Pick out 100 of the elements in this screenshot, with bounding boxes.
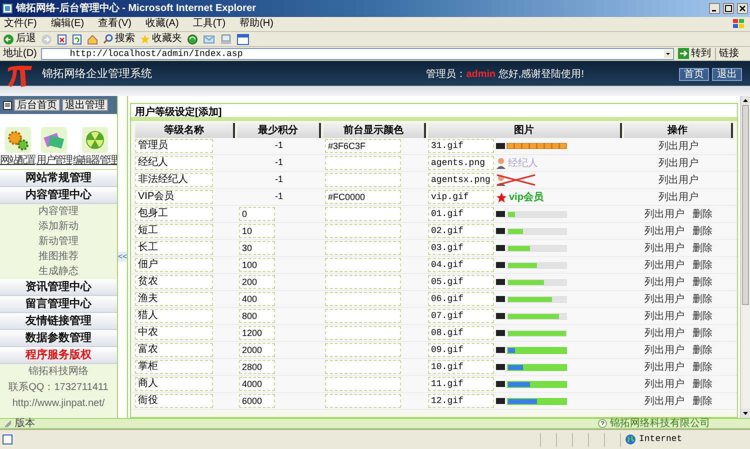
image-field[interactable]: vip.gif — [428, 190, 494, 204]
sidebar-section[interactable]: 资讯管理中心 — [0, 279, 117, 296]
color-field[interactable] — [325, 326, 401, 340]
color-field[interactable] — [325, 156, 401, 170]
name-field[interactable]: 掌柜 — [135, 360, 213, 374]
sidebar-section[interactable]: 内容管理中心 — [0, 187, 117, 204]
refresh-icon[interactable] — [72, 34, 82, 44]
color-field[interactable] — [325, 207, 401, 221]
image-field[interactable]: 02.gif — [428, 224, 494, 238]
home-icon[interactable] — [87, 34, 98, 44]
color-field[interactable] — [325, 343, 401, 357]
name-field[interactable]: 中农 — [135, 326, 213, 340]
color-field[interactable]: #3F6C3F — [325, 139, 401, 153]
image-field[interactable]: 11.gif — [428, 377, 494, 391]
image-field[interactable]: 07.gif — [428, 309, 494, 323]
color-field[interactable] — [325, 275, 401, 289]
maximize-button[interactable] — [723, 3, 734, 14]
go-button[interactable]: 转到 — [678, 48, 711, 60]
address-field[interactable]: http://localhost/admin/Index.asp — [40, 48, 674, 60]
sidebar-top-button[interactable]: 后台首页 — [14, 99, 60, 111]
close-button[interactable] — [737, 3, 748, 14]
points-field[interactable]: 2800 — [239, 360, 275, 374]
action-link[interactable]: 删除 — [692, 360, 712, 374]
image-field[interactable]: 01.gif — [428, 207, 494, 221]
name-field[interactable]: 衙役 — [135, 394, 213, 408]
points-field[interactable]: 2000 — [239, 343, 275, 357]
action-link[interactable]: 删除 — [692, 308, 712, 324]
sidebar-section[interactable]: 数据参数管理 — [0, 330, 117, 347]
stop-icon[interactable] — [57, 34, 67, 44]
action-link[interactable]: 删除 — [692, 274, 712, 290]
back-button[interactable]: 后退 — [3, 33, 36, 45]
color-field[interactable] — [325, 173, 401, 187]
action-link[interactable]: 列出用户 — [658, 190, 698, 204]
name-field[interactable]: 包身工 — [135, 207, 213, 221]
search-button[interactable]: 搜索 — [103, 33, 135, 45]
points-field[interactable]: 1200 — [239, 326, 275, 340]
action-link[interactable]: 删除 — [692, 224, 712, 238]
name-field[interactable]: 猎人 — [135, 309, 213, 323]
image-field[interactable]: 12.gif — [428, 394, 494, 408]
points-field[interactable]: 6000 — [239, 394, 275, 408]
scroll-up-icon[interactable] — [741, 96, 750, 105]
scroll-thumb[interactable] — [742, 105, 749, 305]
sidebar-section[interactable]: 友情链接管理 — [0, 313, 117, 330]
action-link[interactable]: 删除 — [692, 240, 712, 256]
color-field[interactable] — [325, 241, 401, 255]
links-button[interactable]: 链接 — [715, 48, 747, 60]
sidebar-item[interactable]: 生成静态 — [0, 264, 117, 279]
sidebar-top-button[interactable]: 退出管理 — [62, 99, 108, 111]
action-link[interactable]: 删除 — [692, 258, 712, 272]
color-field[interactable] — [325, 360, 401, 374]
name-field[interactable]: 长工 — [135, 241, 213, 255]
action-link[interactable]: 删除 — [692, 376, 712, 392]
image-field[interactable]: 08.gif — [428, 326, 494, 340]
scroll-down-icon[interactable] — [741, 409, 750, 418]
image-field[interactable]: 06.gif — [428, 292, 494, 306]
action-link[interactable]: 删除 — [692, 342, 712, 358]
points-field[interactable]: 400 — [239, 292, 275, 306]
points-field[interactable]: 10 — [239, 224, 275, 238]
action-link[interactable]: 删除 — [692, 394, 712, 408]
points-field[interactable]: 30 — [239, 241, 275, 255]
menu-item[interactable]: 帮助(H) — [240, 18, 274, 30]
action-link[interactable]: 列出用户 — [644, 326, 684, 340]
points-field[interactable]: 200 — [239, 275, 275, 289]
shortcut-button[interactable]: 编辑器管理 — [72, 127, 117, 166]
image-field[interactable]: 10.gif — [428, 360, 494, 374]
image-field[interactable]: 09.gif — [428, 343, 494, 357]
image-field[interactable]: agentsx.png — [428, 173, 494, 187]
name-field[interactable]: VIP会员 — [135, 190, 213, 204]
action-link[interactable]: 列出用户 — [644, 376, 684, 392]
sidebar-section[interactable]: 留言管理中心 — [0, 296, 117, 313]
name-field[interactable]: 短工 — [135, 224, 213, 238]
points-field[interactable]: 800 — [239, 309, 275, 323]
color-field[interactable] — [325, 224, 401, 238]
sidebar-section[interactable]: 网站常规管理 — [0, 170, 117, 187]
dropdown-icon[interactable] — [664, 50, 672, 58]
image-field[interactable]: 04.gif — [428, 258, 494, 272]
scrollbar[interactable] — [740, 96, 750, 418]
forward-icon[interactable] — [41, 34, 52, 44]
action-link[interactable]: 列出用户 — [658, 138, 698, 154]
name-field[interactable]: 非法经纪人 — [135, 173, 213, 187]
menu-item[interactable]: 编辑(E) — [50, 18, 84, 30]
name-field[interactable]: 贫农 — [135, 275, 213, 289]
action-link[interactable]: 列出用户 — [644, 274, 684, 290]
window-icon[interactable] — [237, 34, 249, 44]
printer-icon[interactable] — [220, 34, 232, 44]
action-link[interactable]: 列出用户 — [644, 206, 684, 222]
color-field[interactable] — [325, 292, 401, 306]
action-link[interactable]: 删除 — [692, 206, 712, 222]
color-field[interactable] — [325, 394, 401, 408]
media-icon[interactable] — [187, 34, 198, 44]
action-link[interactable]: 列出用户 — [644, 360, 684, 374]
points-field[interactable]: 0 — [239, 207, 275, 221]
menu-item[interactable]: 文件(F) — [4, 18, 37, 30]
color-field[interactable] — [325, 258, 401, 272]
sidebar-item[interactable]: 新动管理 — [0, 234, 117, 249]
menu-item[interactable]: 查看(V) — [98, 18, 132, 30]
color-field[interactable] — [325, 309, 401, 323]
nav-button[interactable]: 首页 — [679, 68, 709, 81]
action-link[interactable]: 列出用户 — [644, 394, 684, 408]
action-link[interactable]: 列出用户 — [644, 258, 684, 272]
